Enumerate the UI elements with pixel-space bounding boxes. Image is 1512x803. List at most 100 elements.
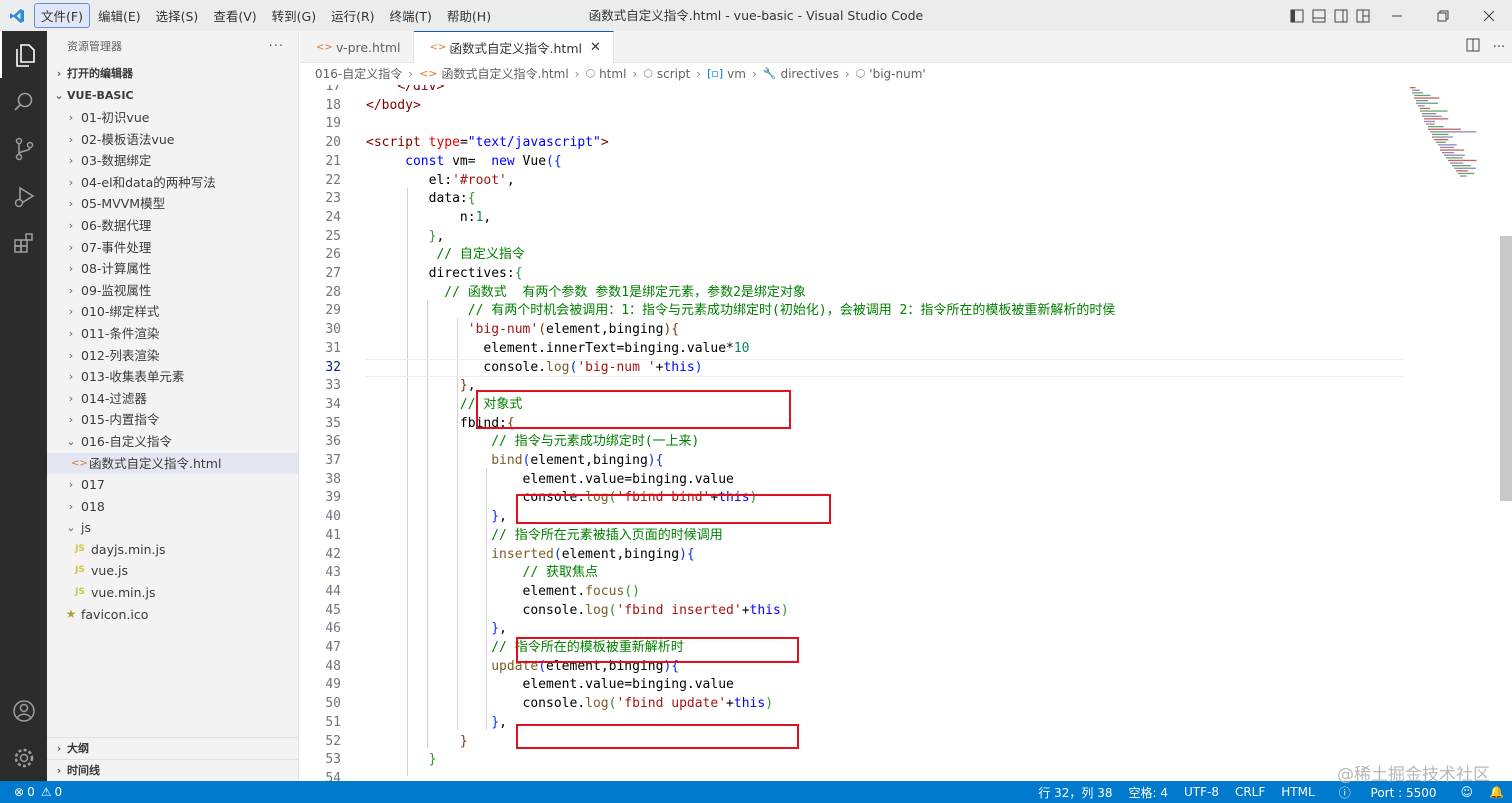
tab-v-pre[interactable]: <> v-pre.html	[300, 31, 414, 63]
toggle-sidebar-icon[interactable]	[1286, 5, 1308, 27]
breadcrumb-directives[interactable]: directives	[780, 63, 838, 85]
breadcrumb-vm[interactable]: vm	[727, 63, 746, 85]
tree-folder[interactable]: ⌄ js	[47, 517, 298, 539]
customize-layout-icon[interactable]	[1352, 5, 1374, 27]
notifications-bell-icon[interactable]: 🔔	[1481, 785, 1512, 799]
tree-folder[interactable]: › 05-MVVM模型	[47, 193, 298, 215]
code-line[interactable]: 43 // 获取焦点	[300, 564, 1410, 583]
menu-file[interactable]: 文件(F)	[34, 3, 90, 28]
source-control-icon[interactable]	[0, 125, 47, 172]
menu-run[interactable]: 运行(R)	[324, 3, 381, 28]
problems-indicator[interactable]: ⊗ 0 ⚠ 0	[0, 785, 62, 799]
code-line[interactable]: 44 element.focus()	[300, 583, 1410, 602]
code-line[interactable]: 29 // 有两个时机会被调用：1：指令与元素成功绑定时(初始化)，会被调用 2…	[300, 302, 1410, 321]
timeline-section[interactable]: › 时间线	[47, 759, 299, 781]
code-line[interactable]: 17 </div>	[300, 85, 1410, 97]
tree-folder[interactable]: › 010-绑定样式	[47, 301, 298, 323]
menu-selection[interactable]: 选择(S)	[149, 3, 206, 28]
code-line[interactable]: 39 console.log('fbind bind'+this)	[300, 489, 1410, 508]
code-line[interactable]: 23 data:{	[300, 190, 1410, 209]
code-line[interactable]: 38 element.value=binging.value	[300, 471, 1410, 490]
code-line[interactable]: 33 },	[300, 377, 1410, 396]
code-line[interactable]: 27 directives:{	[300, 265, 1410, 284]
tree-folder[interactable]: › 017	[47, 474, 298, 496]
run-debug-icon[interactable]	[0, 172, 47, 219]
indentation[interactable]: 空格: 4	[1120, 784, 1176, 801]
tree-folder[interactable]: › 07-事件处理	[47, 237, 298, 259]
code-line[interactable]: 34 // 对象式	[300, 396, 1410, 415]
tree-folder[interactable]: › 011-条件渲染	[47, 323, 298, 345]
close-window-icon[interactable]	[1466, 5, 1512, 27]
tree-file[interactable]: JS dayjs.min.js	[47, 539, 298, 561]
code-line[interactable]: 24 n:1,	[300, 209, 1410, 228]
code-line[interactable]: 40 },	[300, 508, 1410, 527]
open-editors-section[interactable]: › 打开的编辑器	[47, 63, 298, 85]
code-line[interactable]: 51 },	[300, 714, 1410, 733]
code-line[interactable]: 46 },	[300, 620, 1410, 639]
tree-folder[interactable]: › 09-监视属性	[47, 280, 298, 302]
minimize-icon[interactable]	[1374, 5, 1420, 27]
code-line[interactable]: 47 // 指令所在的模板被重新解析时	[300, 639, 1410, 658]
menu-view[interactable]: 查看(V)	[206, 3, 263, 28]
code-line[interactable]: 53 }	[300, 751, 1410, 770]
code-line[interactable]: 26 // 自定义指令	[300, 246, 1410, 265]
breadcrumb-folder[interactable]: 016-自定义指令	[315, 63, 402, 85]
code-line[interactable]: 28 // 函数式 有两个参数 参数1是绑定元素，参数2是绑定对象	[300, 284, 1410, 303]
code-line[interactable]: 31 element.innerText=binging.value*10	[300, 340, 1410, 359]
encoding[interactable]: UTF-8	[1176, 785, 1227, 799]
more-actions-icon[interactable]: ···	[269, 31, 284, 63]
menu-terminal[interactable]: 终端(T)	[383, 3, 439, 28]
code-line[interactable]: 25 },	[300, 228, 1410, 247]
tree-folder[interactable]: › 015-内置指令	[47, 409, 298, 431]
code-line[interactable]: 52 }	[300, 733, 1410, 752]
code-line[interactable]: 41 // 指令所在元素被插入页面的时候调用	[300, 527, 1410, 546]
feedback-icon[interactable]: ☺	[1453, 785, 1482, 799]
code-line[interactable]: 20 <script type="text/javascript">	[300, 134, 1410, 153]
explorer-icon[interactable]	[0, 31, 47, 78]
tree-folder[interactable]: › 01-初识vue	[47, 107, 298, 129]
more-actions-icon[interactable]: ···	[1486, 40, 1512, 55]
breadcrumb-script[interactable]: script	[657, 63, 690, 85]
account-icon[interactable]	[0, 687, 47, 734]
code-line[interactable]: 18 </body>	[300, 97, 1410, 116]
minimap[interactable]	[1408, 85, 1498, 205]
code-line[interactable]: 19	[300, 115, 1410, 134]
cursor-position[interactable]: 行 32，列 38	[1030, 784, 1120, 801]
tree-folder[interactable]: › 018	[47, 496, 298, 518]
tree-folder[interactable]: › 04-el和data的两种写法	[47, 172, 298, 194]
tree-folder[interactable]: › 06-数据代理	[47, 215, 298, 237]
extensions-icon[interactable]	[0, 219, 47, 266]
tree-folder[interactable]: › 014-过滤器	[47, 388, 298, 410]
breadcrumb-big-num[interactable]: 'big-num'	[869, 63, 925, 85]
toggle-secondary-sidebar-icon[interactable]	[1330, 5, 1352, 27]
menu-edit[interactable]: 编辑(E)	[91, 3, 148, 28]
settings-gear-icon[interactable]	[0, 734, 47, 781]
tab-functional-directive[interactable]: <> 函数式自定义指令.html ✕	[413, 31, 614, 63]
close-tab-icon[interactable]: ✕	[590, 40, 601, 55]
outline-section[interactable]: › 大纲	[47, 737, 299, 759]
language-mode[interactable]: HTML	[1273, 785, 1322, 799]
code-line[interactable]: 37 bind(element,binging){	[300, 452, 1410, 471]
search-icon[interactable]	[0, 78, 47, 125]
code-line[interactable]: 54	[300, 770, 1410, 781]
code-line[interactable]: 45 console.log('fbind inserted'+this)	[300, 602, 1410, 621]
tree-folder[interactable]: ⌄ 016-自定义指令	[47, 431, 298, 453]
tree-file[interactable]: JS vue.js	[47, 560, 298, 582]
end-of-line[interactable]: CRLF	[1227, 785, 1273, 799]
tree-file[interactable]: ★ favicon.ico	[47, 604, 298, 626]
breadcrumb-file[interactable]: 函数式自定义指令.html	[442, 63, 569, 85]
split-editor-icon[interactable]	[1460, 38, 1486, 56]
tree-folder[interactable]: › 02-模板语法vue	[47, 129, 298, 151]
code-line[interactable]: 22 el:'#root',	[300, 172, 1410, 191]
tree-folder[interactable]: › 012-列表渲染	[47, 345, 298, 367]
restore-icon[interactable]	[1420, 5, 1466, 27]
menu-help[interactable]: 帮助(H)	[440, 3, 498, 28]
tree-folder[interactable]: › 013-收集表单元素	[47, 366, 298, 388]
live-server-port[interactable]: ⓘ Port : 5500	[1323, 784, 1453, 801]
breadcrumb-html[interactable]: html	[599, 63, 626, 85]
menu-go[interactable]: 转到(G)	[265, 3, 323, 28]
code-line[interactable]: 32 console.log('big-num '+this)	[300, 358, 1410, 378]
code-line[interactable]: 42 inserted(element,binging){	[300, 546, 1410, 565]
tree-folder[interactable]: › 08-计算属性	[47, 258, 298, 280]
workspace-section[interactable]: ⌄ VUE-BASIC	[47, 85, 298, 107]
